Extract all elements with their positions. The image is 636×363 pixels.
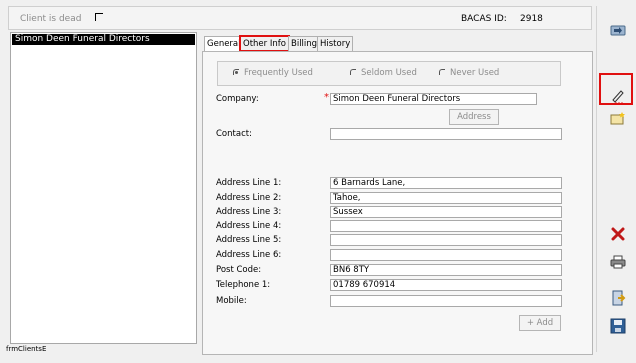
tab-other-info[interactable]: Other Info (239, 35, 290, 52)
radio-never-used[interactable]: Never Used (439, 68, 499, 78)
telephone-1-label: Telephone 1: (216, 280, 271, 290)
mobile-field[interactable] (330, 295, 562, 307)
client-dead-label: Client is dead (20, 14, 82, 24)
address-line-3-label: Address Line 3: (216, 207, 282, 217)
company-field[interactable]: Simon Deen Funeral Directors (330, 93, 537, 105)
bacas-id-value: 2918 (520, 14, 543, 24)
form-name-label: frmClientsE (6, 345, 47, 353)
address-line-1-field[interactable]: 6 Barnards Lane, (330, 177, 562, 189)
radio-unselected-icon (350, 69, 356, 75)
add-button[interactable]: + Add (519, 315, 561, 331)
radio-label: Seldom Used (361, 68, 417, 78)
exit-icon[interactable] (608, 288, 628, 308)
post-code-label: Post Code: (216, 265, 262, 275)
delete-icon[interactable] (608, 224, 628, 244)
address-line-4-field[interactable] (330, 220, 562, 232)
tab-general[interactable]: General (204, 36, 244, 52)
tab-history[interactable]: History (317, 36, 354, 51)
address-line-6-label: Address Line 6: (216, 250, 282, 260)
mobile-label: Mobile: (216, 296, 247, 306)
toolbar-divider (596, 6, 597, 352)
address-line-2-field[interactable]: Tahoe, (330, 192, 562, 204)
contact-field[interactable] (330, 128, 562, 140)
address-line-2-label: Address Line 2: (216, 193, 282, 203)
address-line-1-label: Address Line 1: (216, 178, 282, 188)
radio-selected-icon (233, 69, 239, 75)
general-tab-panel: Frequently Used Seldom Used Never Used C… (202, 51, 593, 355)
client-list-item[interactable]: Simon Deen Funeral Directors (12, 34, 195, 45)
client-list[interactable]: Simon Deen Funeral Directors (10, 32, 197, 344)
telephone-1-field[interactable]: 01789 670914 (330, 279, 562, 291)
usage-frequency-group: Frequently Used Seldom Used Never Used (217, 61, 561, 86)
company-label: Company: (216, 94, 259, 104)
save-icon[interactable] (608, 316, 628, 336)
action-toolbar (598, 6, 636, 352)
radio-seldom-used[interactable]: Seldom Used (350, 68, 417, 78)
radio-frequently-used[interactable]: Frequently Used (233, 68, 313, 78)
new-folder-icon[interactable] (608, 108, 628, 128)
client-window: Client is dead BACAS ID: 2918 Simon Deen… (0, 0, 636, 363)
client-dead-checkbox[interactable] (95, 13, 103, 21)
address-line-5-field[interactable] (330, 234, 562, 246)
radio-label: Never Used (450, 68, 500, 78)
required-marker: * (324, 92, 329, 103)
tab-billing[interactable]: Billing (288, 36, 321, 51)
address-button[interactable]: Address (449, 109, 499, 125)
contact-label: Contact: (216, 129, 252, 139)
post-code-field[interactable]: BN6 8TY (330, 264, 562, 276)
address-line-5-label: Address Line 5: (216, 235, 282, 245)
client-header-bar: Client is dead BACAS ID: 2918 (8, 6, 592, 30)
edit-icon-highlight (599, 73, 633, 105)
print-icon[interactable] (608, 252, 628, 272)
radio-unselected-icon (439, 69, 445, 75)
address-line-3-field[interactable]: Sussex (330, 206, 562, 218)
radio-label: Frequently Used (244, 68, 313, 78)
export-icon[interactable] (608, 20, 628, 40)
address-line-4-label: Address Line 4: (216, 221, 282, 231)
address-line-6-field[interactable] (330, 249, 562, 261)
bacas-id-label: BACAS ID: (461, 14, 507, 24)
